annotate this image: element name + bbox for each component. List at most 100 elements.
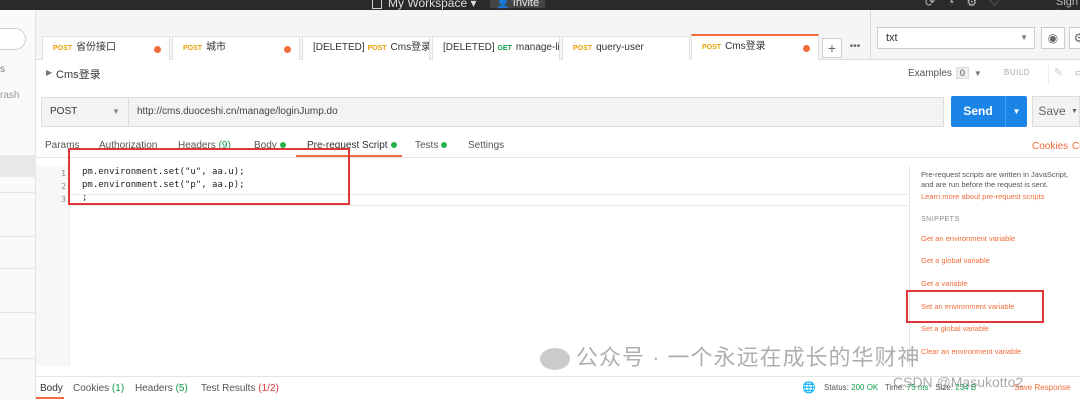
response-cookies-count: (1) bbox=[111, 383, 125, 394]
settings-icon[interactable]: ⚙ bbox=[966, 0, 989, 9]
tab-name: query-user bbox=[596, 42, 644, 53]
response-tab-test-results[interactable]: Test Results (1/2) bbox=[201, 383, 279, 394]
watermark-text: 公众号 · 一个永远在成长的华财神 bbox=[576, 345, 921, 370]
workspace-grid-icon bbox=[372, 0, 382, 9]
tab-settings[interactable]: Settings bbox=[468, 140, 504, 151]
snippet-item[interactable]: Clear an environment variable bbox=[921, 347, 1021, 356]
http-method-value: POST bbox=[50, 106, 78, 117]
tab-tests-label: Tests bbox=[415, 140, 439, 151]
save-options-button[interactable]: ▼ bbox=[1071, 96, 1080, 127]
request-name-row: ▶ Cms登录 Examples0 ▼ BUILD ✎ ▭ bbox=[36, 60, 1080, 88]
sidebar-active-item[interactable] bbox=[0, 155, 36, 177]
unsaved-dot-icon bbox=[803, 45, 810, 52]
response-active-underline bbox=[36, 397, 64, 399]
tab-tests[interactable]: Tests bbox=[415, 140, 448, 151]
examples-label: Examples bbox=[908, 68, 952, 79]
code-link[interactable]: Code bbox=[1072, 141, 1080, 152]
snippet-item[interactable]: Get a global variable bbox=[921, 256, 990, 265]
send-button[interactable]: Send bbox=[951, 96, 1005, 127]
request-name[interactable]: Cms登录 bbox=[56, 66, 101, 82]
tab-method: POST bbox=[53, 45, 73, 52]
sidebar-search[interactable] bbox=[0, 28, 26, 50]
sync-icon[interactable]: ⟳ bbox=[925, 0, 947, 9]
environment-value: txt bbox=[886, 32, 898, 44]
code-icon[interactable]: ▭ bbox=[1070, 64, 1080, 84]
cookies-link[interactable]: Cookies bbox=[1032, 141, 1068, 152]
tab-name: Cms登录 bbox=[390, 42, 430, 53]
request-tab[interactable]: POST 城市 bbox=[172, 36, 300, 60]
status-label: Status: bbox=[824, 383, 849, 392]
sidebar: s rash bbox=[0, 10, 36, 400]
environment-area: txt ▼ ◉ ⚙ bbox=[870, 10, 1080, 60]
chevron-down-icon: ▼ bbox=[1020, 33, 1028, 42]
active-dot-icon bbox=[390, 142, 397, 149]
tab-method: POST bbox=[183, 45, 203, 52]
build-button[interactable]: BUILD bbox=[1004, 68, 1030, 77]
response-test-label: Test Results bbox=[201, 383, 256, 394]
tab-name: Cms登录 bbox=[725, 41, 766, 52]
response-tab-cookies[interactable]: Cookies (1) bbox=[73, 383, 124, 394]
top-bar: My Workspace ▾ 👤 Invite ⟳◔⚙♡ Sign In bbox=[0, 0, 1080, 10]
request-tab[interactable]: [DELETED] GETmanage-list bbox=[432, 36, 560, 60]
watermark: 公众号 · 一个永远在成长的华财神 bbox=[540, 340, 921, 372]
snippet-item[interactable]: Set a global variable bbox=[921, 324, 989, 333]
satellite-icon[interactable]: ◔ bbox=[947, 0, 966, 9]
sidebar-divider bbox=[0, 236, 36, 237]
gear-icon: ⚙ bbox=[1073, 31, 1080, 45]
request-tab-strip: POST 省份接口 POST 城市 [DELETED] POST Cms登录 [DEL… bbox=[36, 10, 870, 60]
top-icons: ⟳◔⚙♡ bbox=[925, 0, 1012, 9]
request-tab[interactable]: [DELETED] POST Cms登录 bbox=[302, 36, 430, 60]
line-number: 1 bbox=[61, 169, 66, 178]
http-method-select[interactable]: POST ▼ bbox=[41, 97, 129, 127]
snippets-panel: Pre-request scripts are written in JavaS… bbox=[910, 166, 1080, 366]
environment-select[interactable]: txt ▼ bbox=[877, 27, 1035, 49]
more-tabs-button[interactable]: ••• bbox=[846, 38, 864, 58]
examples-count: 0 bbox=[955, 67, 969, 79]
request-tab[interactable]: POST 省份接口 bbox=[42, 36, 170, 60]
examples-dropdown[interactable]: Examples 0 ▼ bbox=[908, 67, 982, 79]
invite-button[interactable]: 👤 Invite bbox=[490, 0, 546, 9]
send-options-button[interactable]: ▼ bbox=[1005, 96, 1027, 127]
chevron-right-icon[interactable]: ▶ bbox=[46, 68, 52, 77]
workspace-switcher[interactable]: My Workspace ▾ bbox=[372, 0, 477, 10]
snippet-annotation-box bbox=[906, 290, 1044, 323]
response-tab-body[interactable]: Body bbox=[40, 383, 63, 394]
tab-method: POST bbox=[702, 44, 722, 51]
response-headers-count: (5) bbox=[175, 383, 188, 394]
new-tab-button[interactable]: + bbox=[822, 38, 842, 58]
heart-icon[interactable]: ♡ bbox=[989, 0, 1012, 9]
url-input[interactable]: http://cms.duoceshi.cn/manage/loginJump.… bbox=[128, 97, 944, 127]
sidebar-item-s[interactable]: s bbox=[0, 64, 5, 75]
snippet-item[interactable]: Get an environment variable bbox=[921, 234, 1015, 243]
sidebar-divider bbox=[0, 192, 36, 193]
request-tab-active[interactable]: POST Cms登录 bbox=[691, 34, 819, 60]
invite-label: Invite bbox=[512, 0, 540, 9]
save-button[interactable]: Save bbox=[1032, 96, 1072, 127]
sidebar-divider bbox=[0, 312, 36, 313]
chevron-down-icon: ▼ bbox=[973, 69, 982, 78]
active-dot-icon bbox=[441, 142, 448, 149]
tab-name: 省份接口 bbox=[76, 42, 117, 53]
globe-icon[interactable]: 🌐 bbox=[802, 381, 816, 394]
sidebar-divider bbox=[0, 268, 36, 269]
response-headers-label: Headers bbox=[135, 383, 173, 394]
unsaved-dot-icon bbox=[154, 46, 161, 53]
tab-method: POST bbox=[367, 45, 387, 52]
tab-deleted-prefix: [DELETED] bbox=[313, 42, 365, 53]
learn-more-link[interactable]: Learn more about pre-request scripts bbox=[921, 192, 1044, 201]
code-annotation-box bbox=[68, 148, 350, 205]
sidebar-item-trash[interactable]: rash bbox=[0, 90, 19, 101]
request-tab[interactable]: POST query-user bbox=[562, 36, 690, 60]
tab-name: manage-list bbox=[515, 42, 560, 53]
response-cookies-label: Cookies bbox=[73, 383, 110, 394]
response-tab-headers[interactable]: Headers (5) bbox=[135, 383, 188, 394]
workspace-label: My Workspace bbox=[388, 0, 468, 10]
wechat-logo-icon bbox=[540, 348, 570, 371]
sign-in-button[interactable]: Sign In bbox=[1056, 0, 1080, 10]
snippet-item[interactable]: Get a variable bbox=[921, 279, 968, 288]
unsaved-dot-icon bbox=[284, 46, 291, 53]
pencil-icon[interactable]: ✎ bbox=[1048, 64, 1068, 84]
manage-environments-button[interactable]: ⚙ bbox=[1069, 27, 1080, 49]
response-test-count: (1/2) bbox=[258, 383, 279, 394]
environment-quick-look-button[interactable]: ◉ bbox=[1041, 27, 1065, 49]
